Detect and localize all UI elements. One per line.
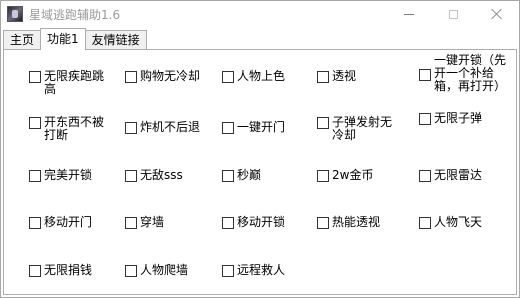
option-label: 购物无冷却 [140,69,201,83]
checkbox[interactable] [125,122,137,134]
window-title: 星域逃跑辅助1.6 [29,8,121,22]
maximize-button[interactable] [431,1,475,27]
option-label: 一键开门 [237,120,286,134]
option-wall-climb[interactable]: 人物爬墙 [125,264,188,277]
maximize-icon [448,9,458,19]
tab-friend-links[interactable]: 友情链接 [84,30,147,50]
checkbox[interactable] [29,217,41,229]
option-bullet-no-cooldown[interactable]: 子弹发射无冷却 [317,116,398,142]
minimize-icon [404,13,414,15]
checkbox[interactable] [419,113,431,125]
option-shop-no-cooldown[interactable]: 购物无冷却 [125,70,200,83]
option-unlimited-sprint-jump[interactable]: 无限疾跑跳高 [29,70,110,96]
checkbox[interactable] [29,170,41,182]
checkbox[interactable] [29,265,41,277]
close-icon [491,8,503,20]
title-bar[interactable]: 星域逃跑辅助1.6 [1,1,519,27]
option-label: 穿墙 [140,215,165,229]
checkbox[interactable] [125,71,137,83]
option-label: 人物上色 [237,69,286,83]
option-label: 2w金币 [332,168,374,182]
option-one-click-unlock[interactable]: 一键开锁（先开一个补给箱，再打开） [419,54,506,93]
option-character-fly[interactable]: 人物飞天 [419,216,482,229]
option-wall-pass[interactable]: 穿墙 [125,216,164,229]
option-unlimited-radar[interactable]: 无限雷达 [419,169,482,182]
option-move-unlock[interactable]: 移动开锁 [222,216,285,229]
option-label: 完美开锁 [44,168,93,182]
option-label: 热能透视 [332,215,381,229]
option-instant-top[interactable]: 秒巅 [222,169,261,182]
tab-strip: 主页 功能1 友情链接 [3,28,147,50]
checkbox[interactable] [222,265,234,277]
option-character-color[interactable]: 人物上色 [222,70,285,83]
tab-home[interactable]: 主页 [3,30,42,50]
option-invincible[interactable]: 无敌sss [125,169,183,182]
option-label: 移动开门 [44,215,93,229]
tab-function-1[interactable]: 功能1 [40,28,86,50]
checkbox[interactable] [29,117,41,129]
option-label: 远程救人 [237,263,286,277]
checkbox[interactable] [317,217,329,229]
option-no-interrupt-open[interactable]: 开东西不被打断 [29,116,110,142]
option-label: 炸机不后退 [140,120,201,134]
checkbox[interactable] [222,122,234,134]
option-label: 人物飞天 [434,215,483,229]
checkbox[interactable] [125,170,137,182]
checkbox[interactable] [317,170,329,182]
option-label: 秒巅 [237,168,262,182]
checkbox[interactable] [222,217,234,229]
options-panel: 无限疾跑跳高 购物无冷却 人物上色 透视 一键开锁（先开一个补给箱，再打开） 开… [3,49,517,295]
option-unlimited-donate[interactable]: 无限捐钱 [29,264,92,277]
checkbox[interactable] [222,71,234,83]
option-label: 透视 [332,69,357,83]
option-label: 人物爬墙 [140,263,189,277]
option-thermal-vision[interactable]: 热能透视 [317,216,380,229]
checkbox[interactable] [222,170,234,182]
option-label: 一键开锁（先开一个补给箱，再打开） [434,53,507,93]
option-label: 无限疾跑跳高 [44,69,105,96]
option-no-recoil-explosion[interactable]: 炸机不后退 [125,121,200,134]
option-label: 无敌sss [140,168,183,182]
app-icon [7,6,23,22]
option-remote-rescue[interactable]: 远程救人 [222,264,285,277]
option-label: 无限雷达 [434,168,483,182]
checkbox[interactable] [317,71,329,83]
checkbox[interactable] [419,217,431,229]
app-window: 星域逃跑辅助1.6 主页 功能1 友情链接 无限疾跑跳高 购物无冷却 人物上色 … [0,0,520,298]
checkbox[interactable] [125,217,137,229]
close-button[interactable] [475,1,519,27]
minimize-button[interactable] [387,1,431,27]
option-label: 开东西不被打断 [44,115,105,142]
checkbox[interactable] [125,265,137,277]
checkbox[interactable] [419,69,431,81]
option-one-click-open-door[interactable]: 一键开门 [222,121,285,134]
option-label: 无限子弹 [434,111,483,125]
option-perfect-unlock[interactable]: 完美开锁 [29,169,92,182]
checkbox[interactable] [317,117,329,129]
checkbox[interactable] [419,170,431,182]
option-move-open-door[interactable]: 移动开门 [29,216,92,229]
option-20k-gold[interactable]: 2w金币 [317,169,373,182]
option-unlimited-ammo[interactable]: 无限子弹 [419,112,482,125]
checkbox[interactable] [29,71,41,83]
option-wallhack[interactable]: 透视 [317,70,356,83]
option-label: 无限捐钱 [44,263,93,277]
option-label: 子弹发射无冷却 [332,115,393,142]
option-label: 移动开锁 [237,215,286,229]
